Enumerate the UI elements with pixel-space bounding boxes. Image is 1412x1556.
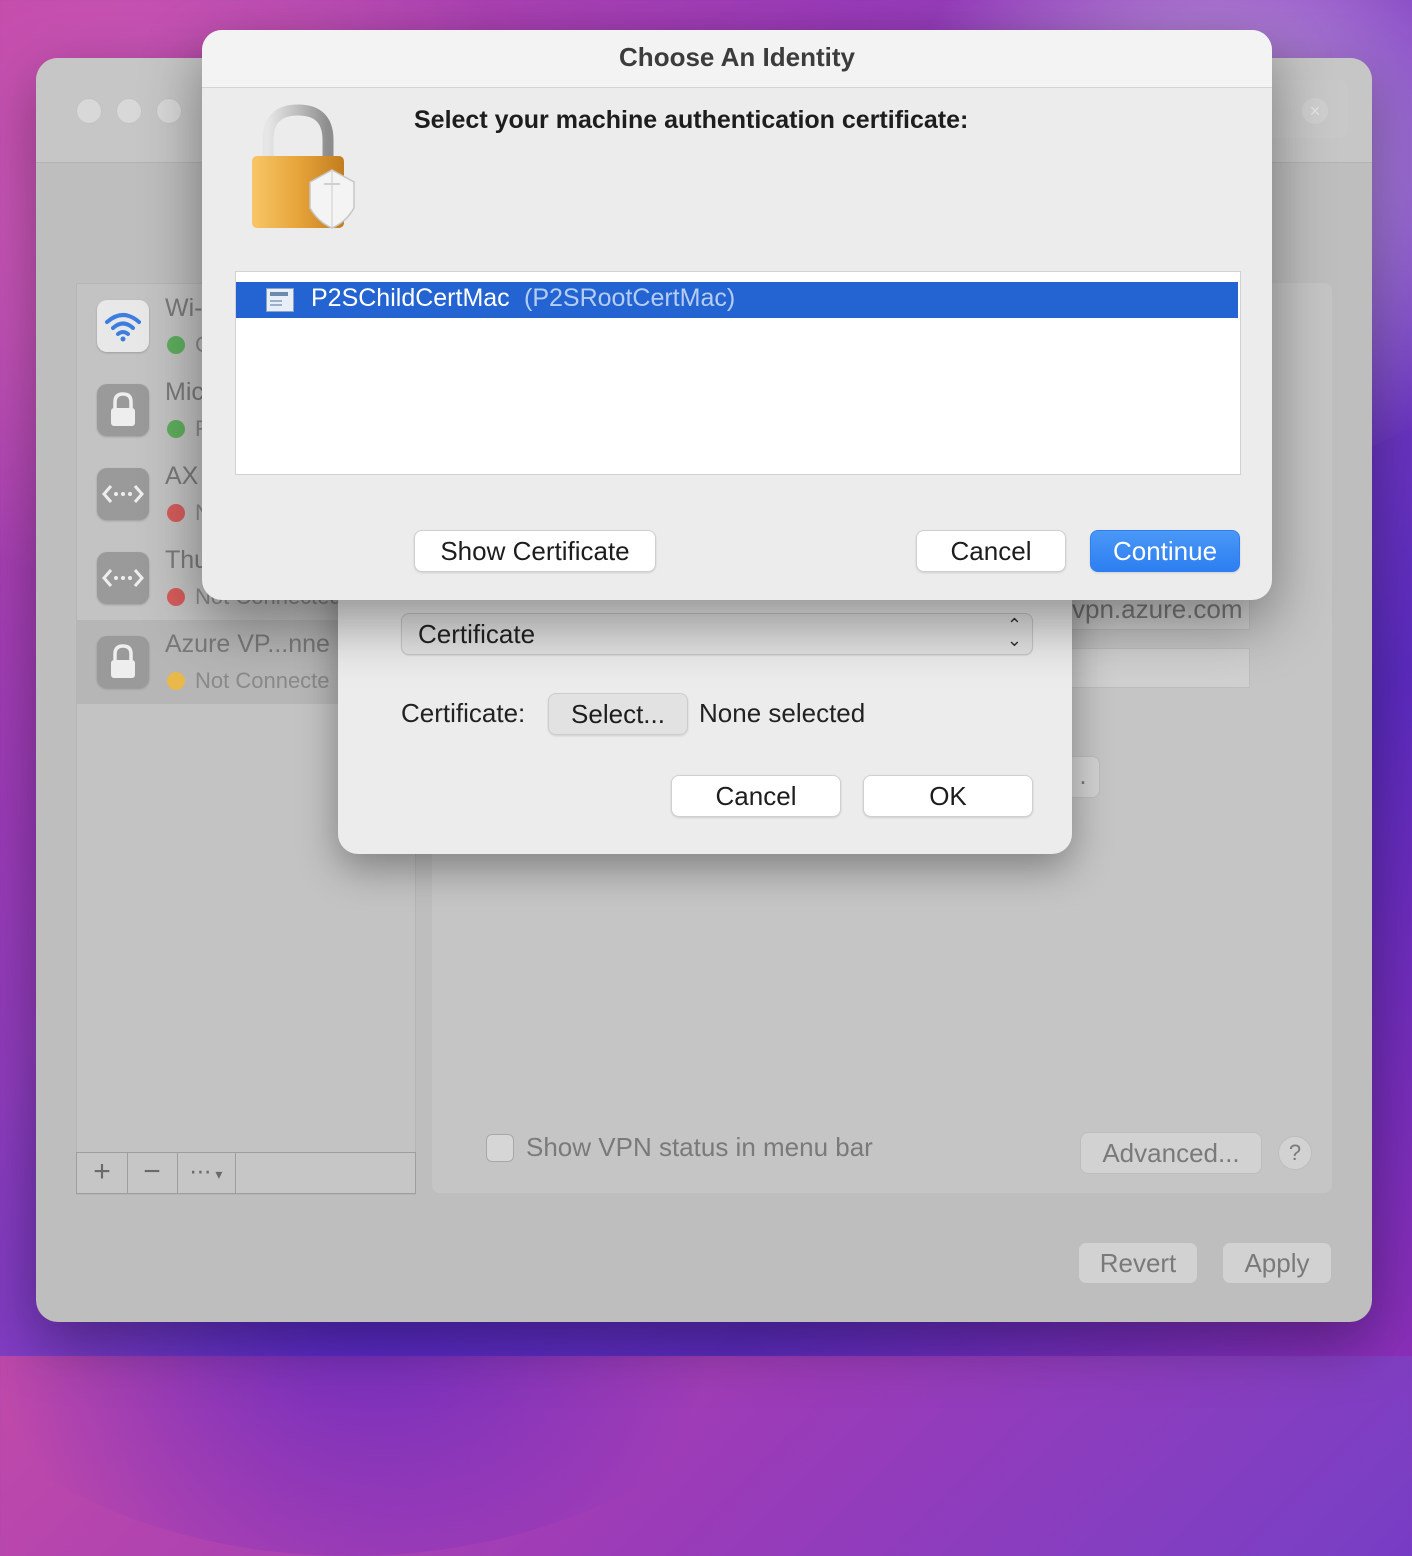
cancel-button[interactable]: Cancel xyxy=(916,530,1066,572)
certificate-row-selected[interactable]: P2SChildCertMac (P2SRootCertMac) xyxy=(236,282,1238,318)
remove-service-button[interactable]: − xyxy=(127,1153,178,1193)
certificate-issuer: (P2SRootCertMac) xyxy=(524,284,736,312)
dialog-title: Choose An Identity xyxy=(619,42,855,72)
status-dot xyxy=(167,588,185,606)
show-certificate-button[interactable]: Show Certificate xyxy=(414,530,656,572)
chevron-down-icon: ▾ xyxy=(211,1166,223,1182)
wifi-icon xyxy=(97,300,149,352)
service-status: Not Connecte xyxy=(195,668,330,693)
certificate-icon xyxy=(266,288,294,312)
status-dot xyxy=(167,336,185,354)
up-down-chevron-icon: ⌃ ⌄ xyxy=(1006,615,1022,650)
service-name: Azure VP...nne xyxy=(165,630,330,658)
dialog-titlebar: Choose An Identity xyxy=(202,30,1272,88)
selected-certificate-value: None selected xyxy=(699,698,866,728)
status-dot xyxy=(167,504,185,522)
service-name: AX xyxy=(165,462,199,490)
padlock-icon xyxy=(248,104,360,232)
authentication-method-value: Certificate xyxy=(418,619,536,649)
lock-icon xyxy=(97,636,149,688)
minimize-window-button[interactable] xyxy=(116,98,142,124)
status-dot xyxy=(167,420,185,438)
show-vpn-status-label: Show VPN status in menu bar xyxy=(526,1132,873,1162)
close-window-button[interactable] xyxy=(76,98,102,124)
vpn-arrows-icon xyxy=(97,552,149,604)
vpn-arrows-icon xyxy=(97,468,149,520)
certificate-label: Certificate: xyxy=(401,698,526,728)
clear-search-icon[interactable]: × xyxy=(1302,98,1328,124)
advanced-button[interactable]: Advanced... xyxy=(1080,1132,1262,1174)
authentication-method-popup[interactable]: Certificate ⌃ ⌄ xyxy=(401,613,1033,655)
show-vpn-status-checkbox[interactable] xyxy=(486,1134,514,1162)
choose-identity-dialog: Choose An Identity Select your machine a… xyxy=(202,30,1272,600)
ellipsis-circle-icon: ⋯ xyxy=(189,1159,212,1184)
service-list-toolbar: + − ⋯ ▾ xyxy=(76,1152,416,1194)
service-name: Wi- xyxy=(165,294,203,322)
status-dot xyxy=(167,672,185,690)
select-certificate-button[interactable]: Select... xyxy=(548,693,688,735)
cancel-button[interactable]: Cancel xyxy=(671,775,841,817)
dialog-prompt: Select your machine authentication certi… xyxy=(414,106,969,134)
help-button[interactable]: ? xyxy=(1278,1136,1312,1170)
lock-icon xyxy=(97,384,149,436)
add-service-button[interactable]: + xyxy=(77,1153,128,1193)
apply-button[interactable]: Apply xyxy=(1222,1242,1332,1284)
more-actions-button[interactable]: ⋯ ▾ xyxy=(177,1153,236,1193)
revert-button[interactable]: Revert xyxy=(1078,1242,1198,1284)
remote-id-field[interactable] xyxy=(1066,648,1250,688)
zoom-window-button[interactable] xyxy=(156,98,182,124)
ok-button[interactable]: OK xyxy=(863,775,1033,817)
certificate-list: P2SChildCertMac (P2SRootCertMac) xyxy=(235,271,1241,475)
service-name: Mic xyxy=(165,378,204,406)
certificate-name: P2SChildCertMac xyxy=(311,284,510,312)
continue-button[interactable]: Continue xyxy=(1090,530,1240,572)
